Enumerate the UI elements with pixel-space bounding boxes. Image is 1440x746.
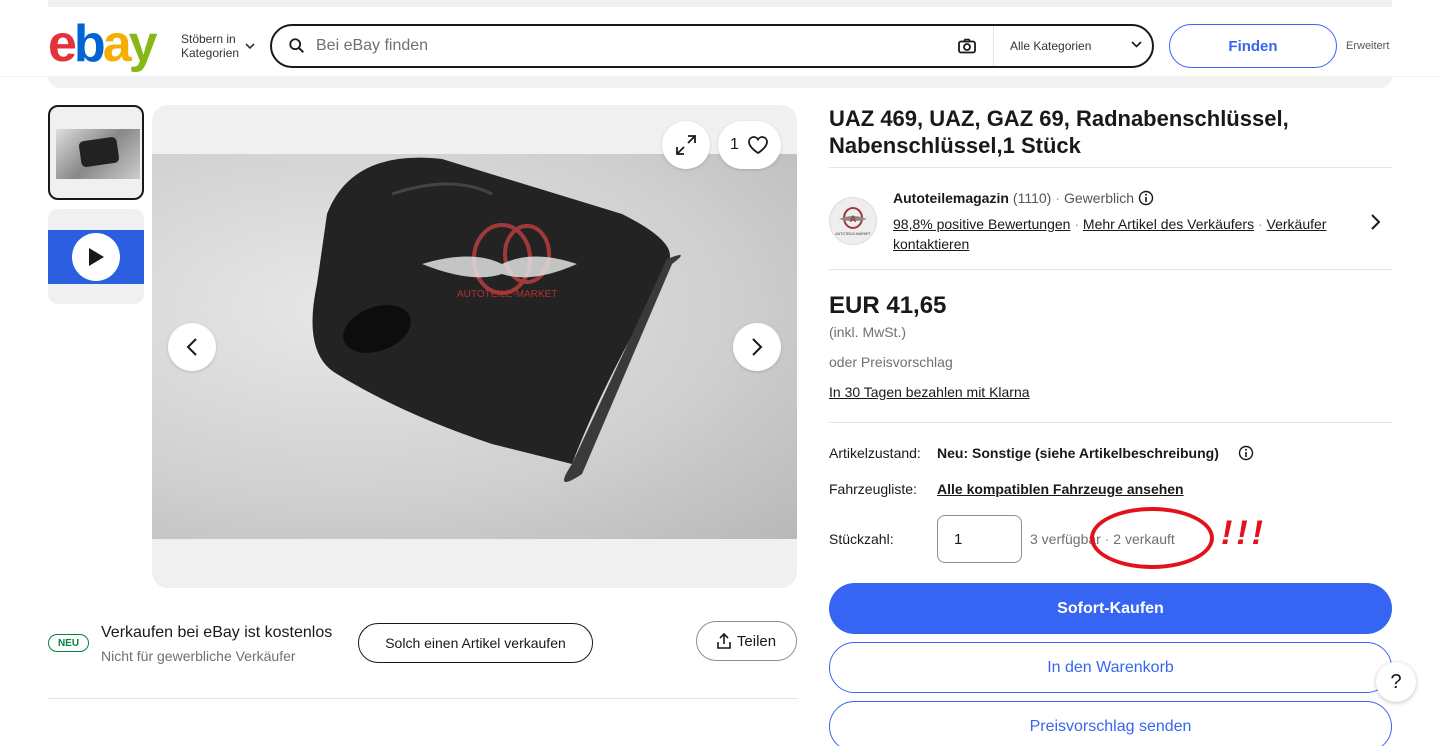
section-divider [48,698,798,699]
logo-letter: y [128,15,158,73]
offer-note: oder Preisvorschlag [829,354,953,370]
klarna-link[interactable]: In 30 Tagen bezahlen mit Klarna [829,384,1030,400]
sub-strip [48,76,1392,88]
browse-line2: Kategorien [181,46,240,60]
separator-dot: · [1055,190,1060,206]
thumbnail-image [56,129,140,179]
send-offer-button[interactable]: Preisvorschlag senden [829,701,1392,746]
quantity-label: Stückzahl: [829,531,894,547]
main-image-container[interactable]: AUTOTEILE-MARKET [152,105,797,588]
svg-text:A: A [850,214,857,224]
vat-note: (inkl. MwSt.) [829,324,906,340]
svg-text:AUTOTEILE-MARKET: AUTOTEILE-MARKET [457,289,557,300]
seller-logo-image: A AUTOTEILE-MARKET [835,207,871,236]
expand-icon [676,135,696,155]
watch-button[interactable]: 1 [718,121,781,169]
next-image-button[interactable] [733,323,781,371]
browse-line1: Stöbern in [181,32,236,46]
watch-count: 1 [730,136,739,153]
main-product-photo: AUTOTEILE-MARKET [152,154,797,539]
vehicle-list-label: Fahrzeugliste: [829,481,917,497]
share-icon [717,633,731,649]
camera-icon[interactable] [958,38,976,54]
separator-dot: · [1074,216,1083,232]
info-icon[interactable] [1238,445,1254,466]
buy-now-button[interactable]: Sofort-Kaufen [829,583,1392,634]
condition-label: Artikelzustand: [829,445,921,461]
seller-details-chevron[interactable] [1369,213,1383,236]
logo-letter: b [73,15,106,73]
top-strip [48,0,1392,7]
seller-info: Autoteilemagazin (1110) · Gewerblich [893,190,1154,206]
seller-links: 98,8% positive Bewertungen · Mehr Artike… [893,214,1363,254]
play-icon [72,233,120,281]
logo-letter: e [48,15,77,73]
thumbnail-photo[interactable] [48,105,144,200]
annotation-exclamation: !!! [1221,514,1267,552]
svg-text:AUTOTEILE-MARKET: AUTOTEILE-MARKET [835,232,871,236]
advanced-search-link[interactable]: Erweitert [1346,40,1389,52]
share-button[interactable]: Teilen [696,621,797,661]
sell-similar-button[interactable]: Solch einen Artikel verkaufen [358,623,593,663]
chevron-down-icon [1131,41,1142,48]
sell-promo-subtitle: Nicht für gewerbliche Verkäufer [101,648,296,664]
find-button[interactable]: Finden [1169,24,1337,68]
category-select[interactable]: Alle Kategorien [993,26,1154,66]
chevron-left-icon [186,338,197,356]
new-badge: NEU [48,634,89,652]
category-select-label: Alle Kategorien [1010,39,1092,53]
compatible-vehicles-link[interactable]: Alle kompatiblen Fahrzeuge ansehen [937,481,1184,497]
info-icon[interactable] [1138,190,1154,206]
seller-feedback-count: (1110) [1012,190,1052,206]
add-to-cart-button[interactable]: In den Warenkorb [829,642,1392,693]
divider [829,269,1392,270]
seller-logo[interactable]: A AUTOTEILE-MARKET [829,197,877,245]
chevron-right-icon [752,338,763,356]
browse-categories-button[interactable]: Stöbern in Kategorien [181,32,255,60]
search-bar: Alle Kategorien [270,24,1154,68]
more-items-link[interactable]: Mehr Artikel des Verkäufers [1083,216,1254,232]
chevron-down-icon [245,42,255,49]
previous-image-button[interactable] [168,323,216,371]
positive-feedback-link[interactable]: 98,8% positive Bewertungen [893,216,1070,232]
search-icon [289,38,305,54]
separator-dot: · [1257,216,1267,232]
thumbnail-video[interactable] [48,209,144,304]
quantity-input[interactable] [937,515,1022,563]
logo-letter: a [102,15,132,73]
search-input[interactable] [316,37,936,55]
seller-type: Gewerblich [1063,190,1134,206]
item-title: UAZ 469, UAZ, GAZ 69, Radnabenschlüssel,… [829,106,1289,158]
divider [829,167,1392,168]
chevron-right-icon [1371,214,1381,230]
heart-icon [748,136,768,155]
ebay-logo[interactable]: ebay [48,15,158,73]
help-button[interactable]: ? [1376,662,1416,702]
divider [829,422,1392,423]
condition-value: Neu: Sonstige (siehe Artikelbeschreibung… [937,445,1219,461]
seller-name[interactable]: Autoteilemagazin [893,190,1009,206]
product-illustration: AUTOTEILE-MARKET [312,157,681,482]
annotation-circle [1090,507,1214,569]
share-label: Teilen [736,632,777,650]
expand-image-button[interactable] [662,121,710,169]
item-price: EUR 41,65 [829,292,947,319]
sell-promo-title: Verkaufen bei eBay ist kostenlos [101,624,333,641]
